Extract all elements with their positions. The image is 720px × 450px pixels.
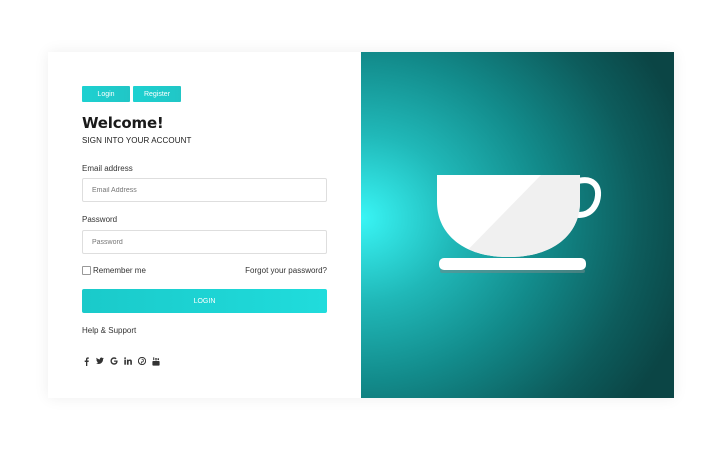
remember-me[interactable]: Remember me: [82, 266, 146, 275]
linkedin-icon[interactable]: [124, 356, 132, 366]
password-label: Password: [82, 215, 118, 224]
tab-register[interactable]: Register: [133, 86, 181, 102]
login-card: Login Register Welcome! SIGN INTO YOUR A…: [48, 52, 674, 398]
login-form-panel: Login Register Welcome! SIGN INTO YOUR A…: [48, 52, 361, 398]
email-label: Email address: [82, 164, 133, 173]
page-subtitle: SIGN INTO YOUR ACCOUNT: [82, 136, 192, 145]
illustration-panel: [361, 52, 674, 398]
remember-label: Remember me: [93, 266, 146, 275]
help-support-link[interactable]: Help & Support: [82, 326, 136, 335]
google-icon[interactable]: [110, 356, 118, 366]
remember-checkbox[interactable]: [82, 266, 91, 275]
youtube-icon[interactable]: [152, 356, 160, 366]
pinterest-icon[interactable]: [138, 356, 146, 366]
coffee-cup-illustration: [437, 175, 601, 273]
saucer: [439, 258, 586, 270]
login-button[interactable]: LOGIN: [82, 289, 327, 313]
forgot-password-link[interactable]: Forgot your password?: [245, 266, 327, 275]
email-field[interactable]: [82, 178, 327, 202]
facebook-icon[interactable]: [82, 356, 90, 366]
twitter-icon[interactable]: [96, 356, 104, 366]
password-field[interactable]: [82, 230, 327, 254]
page-title: Welcome!: [82, 114, 164, 132]
social-links: [82, 356, 160, 366]
tab-login[interactable]: Login: [82, 86, 130, 102]
